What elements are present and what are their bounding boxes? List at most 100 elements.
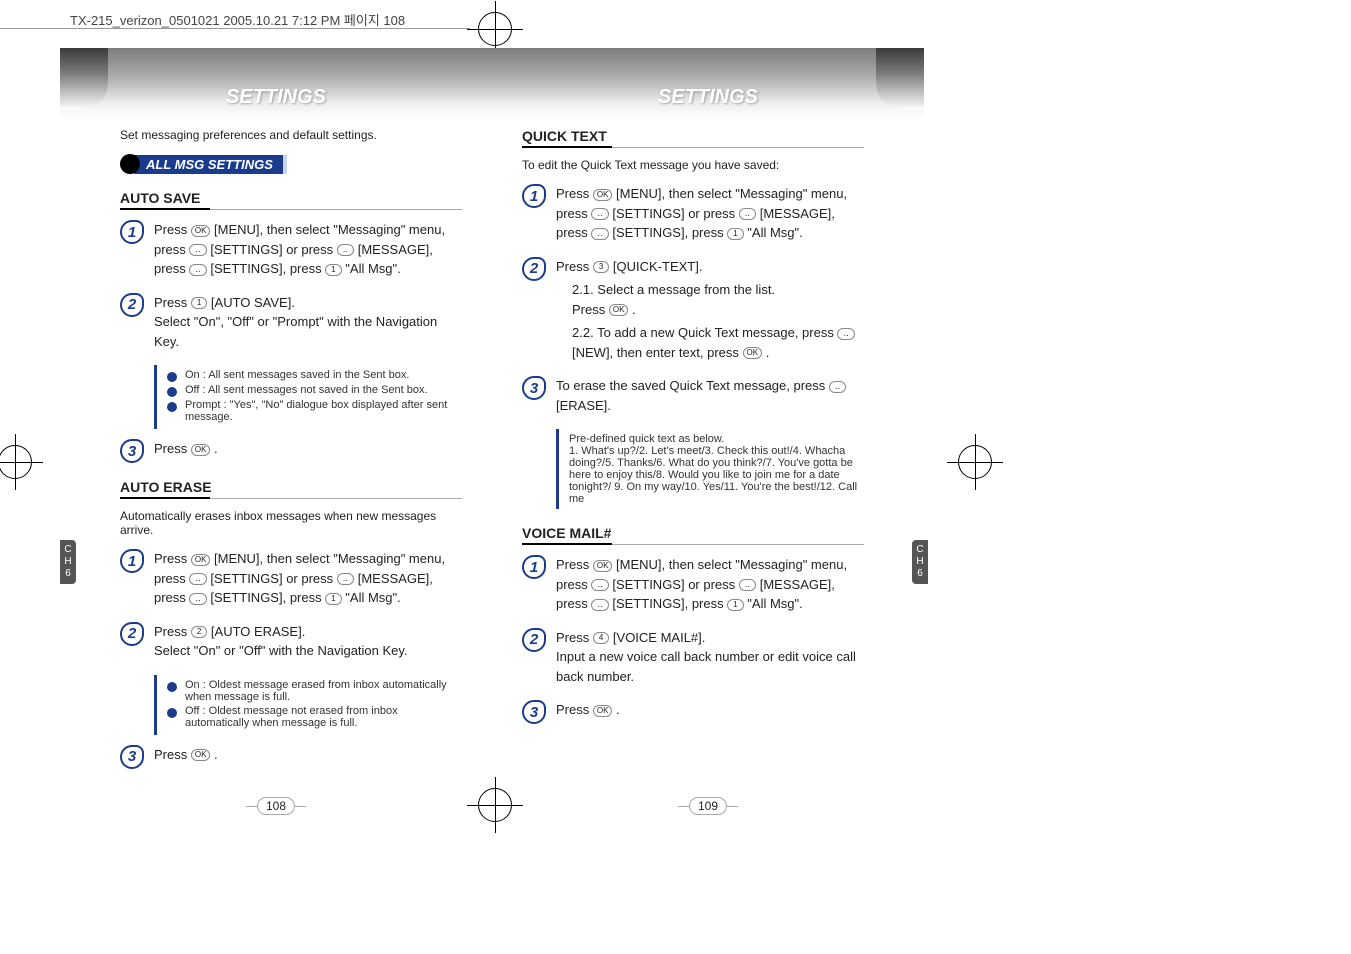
num-key-icon: 3	[593, 261, 609, 273]
softkey-icon: ‥	[739, 579, 756, 591]
softkey-icon: ‥	[189, 573, 206, 585]
bullet-icon	[167, 708, 177, 718]
instruction-step: 3 Press OK .	[120, 745, 462, 769]
softkey-icon: ‥	[591, 228, 608, 240]
instruction-step: 3Press OK .	[522, 700, 864, 724]
num-key-icon: 1	[727, 599, 743, 611]
step-number-badge: 1	[522, 555, 546, 579]
ok-key-icon: OK	[593, 189, 613, 201]
step-body: Press OK .	[556, 700, 864, 724]
note-text: On : Oldest message erased from inbox au…	[185, 679, 462, 703]
step-body: Press 3 [QUICK-TEXT].2.1. Select a messa…	[556, 257, 864, 367]
ok-key-icon: OK	[191, 554, 211, 566]
softkey-icon: ‥	[189, 593, 206, 605]
ok-key-icon: OK	[593, 705, 613, 717]
section-intro: To edit the Quick Text message you have …	[522, 158, 864, 172]
section-rule	[522, 543, 864, 545]
step-number-badge: 2	[522, 257, 546, 281]
softkey-icon: ‥	[829, 381, 846, 393]
section-heading: QUICK TEXT	[522, 128, 864, 144]
step-body: To erase the saved Quick Text message, p…	[556, 376, 864, 419]
num-key-icon: 1	[325, 593, 341, 605]
softkey-icon: ‥	[739, 208, 756, 220]
section-intro: Automatically erases inbox messages when…	[120, 509, 462, 537]
bullet-icon	[167, 682, 177, 692]
step-body: Press OK .	[154, 745, 462, 769]
bullet-icon	[167, 402, 177, 412]
registration-mark-icon	[0, 445, 32, 479]
ok-key-icon: OK	[593, 560, 613, 572]
note-text: Off : Oldest message not erased from inb…	[185, 705, 462, 729]
page-intro: Set messaging preferences and default se…	[120, 128, 462, 142]
section-heading: AUTO SAVE	[120, 190, 462, 206]
registration-mark-icon	[478, 12, 512, 46]
section-heading: VOICE MAIL#	[522, 525, 864, 541]
header-rule	[0, 28, 470, 29]
ok-key-icon: OK	[609, 304, 629, 316]
print-header: TX-215_verizon_0501021 2005.10.21 7:12 P…	[70, 10, 405, 29]
ok-key-icon: OK	[191, 749, 211, 761]
page-left: SETTINGS Set messaging preferences and d…	[60, 48, 492, 809]
step-number-badge: 1	[522, 184, 546, 208]
bullet-icon	[167, 372, 177, 382]
note-box: On : All sent messages saved in the Sent…	[154, 365, 462, 429]
step-body: Press 4 [VOICE MAIL#].Input a new voice …	[556, 628, 864, 691]
note-text: On : All sent messages saved in the Sent…	[185, 369, 409, 381]
sub-step: 2.1. Select a message from the list.Pres…	[572, 280, 864, 319]
step-body: Press OK .	[154, 439, 462, 463]
softkey-icon: ‥	[189, 244, 206, 256]
step-number-badge: 3	[522, 376, 546, 400]
section-rule	[120, 208, 462, 210]
step-number-badge: 2	[120, 293, 144, 317]
sub-step: 2.2. To add a new Quick Text message, pr…	[572, 323, 864, 362]
step-body: Press OK [MENU], then select "Messaging"…	[154, 220, 462, 283]
softkey-icon: ‥	[591, 579, 608, 591]
section-pill-row: ALL MSG SETTINGS	[120, 154, 462, 174]
step-body: Press OK [MENU], then select "Messaging"…	[556, 555, 864, 618]
note-box: Pre-defined quick text as below. 1. What…	[556, 429, 864, 509]
num-key-icon: 2	[191, 626, 207, 638]
step-number-badge: 3	[120, 745, 144, 769]
section-rule	[522, 146, 864, 148]
registration-mark-icon	[958, 445, 992, 479]
softkey-icon: ‥	[337, 573, 354, 585]
softkey-icon: ‥	[591, 599, 608, 611]
step-number-badge: 1	[120, 220, 144, 244]
step-number-badge: 3	[120, 439, 144, 463]
section-pill: ALL MSG SETTINGS	[134, 155, 287, 174]
note-text: Prompt : "Yes", "No" dialogue box displa…	[185, 399, 462, 423]
num-key-icon: 1	[191, 297, 207, 309]
page-banner: SETTINGS	[60, 48, 492, 118]
softkey-icon: ‥	[337, 244, 354, 256]
instruction-step: 3 To erase the saved Quick Text message, …	[522, 376, 864, 419]
step-body: Press 2 [AUTO ERASE].Select "On" or "Off…	[154, 622, 462, 665]
instruction-step: 1Press OK [MENU], then select "Messaging…	[522, 184, 864, 247]
section-heading: AUTO ERASE	[120, 479, 462, 495]
num-key-icon: 1	[727, 228, 743, 240]
banner-title: SETTINGS	[226, 86, 326, 109]
ok-key-icon: OK	[191, 225, 211, 237]
step-number-badge: 1	[120, 549, 144, 573]
softkey-icon: ‥	[189, 264, 206, 276]
bullet-icon	[167, 387, 177, 397]
softkey-icon: ‥	[837, 328, 854, 340]
instruction-step: 2Press 4 [VOICE MAIL#].Input a new voice…	[522, 628, 864, 691]
banner-title: SETTINGS	[658, 86, 758, 109]
num-key-icon: 1	[325, 264, 341, 276]
section-rule	[120, 497, 462, 499]
instruction-step: 2Press 2 [AUTO ERASE].Select "On" or "Of…	[120, 622, 462, 665]
step-body: Press OK [MENU], then select "Messaging"…	[556, 184, 864, 247]
softkey-icon: ‥	[591, 208, 608, 220]
page-right: SETTINGS QUICK TEXT To edit the Quick Tex…	[492, 48, 924, 809]
instruction-step: 2 Press 3 [QUICK-TEXT].2.1. Select a mess…	[522, 257, 864, 367]
instruction-step: 1Press OK [MENU], then select "Messaging…	[120, 549, 462, 612]
step-number-badge: 2	[120, 622, 144, 646]
page-number: 109	[689, 797, 727, 815]
ok-key-icon: OK	[743, 347, 763, 359]
instruction-step: 1Press OK [MENU], then select "Messaging…	[522, 555, 864, 618]
instruction-step: 1Press OK [MENU], then select "Messaging…	[120, 220, 462, 283]
pill-dot-icon	[120, 154, 140, 174]
note-box: On : Oldest message erased from inbox au…	[154, 675, 462, 735]
page-banner: SETTINGS	[492, 48, 924, 118]
step-body: Press OK [MENU], then select "Messaging"…	[154, 549, 462, 612]
